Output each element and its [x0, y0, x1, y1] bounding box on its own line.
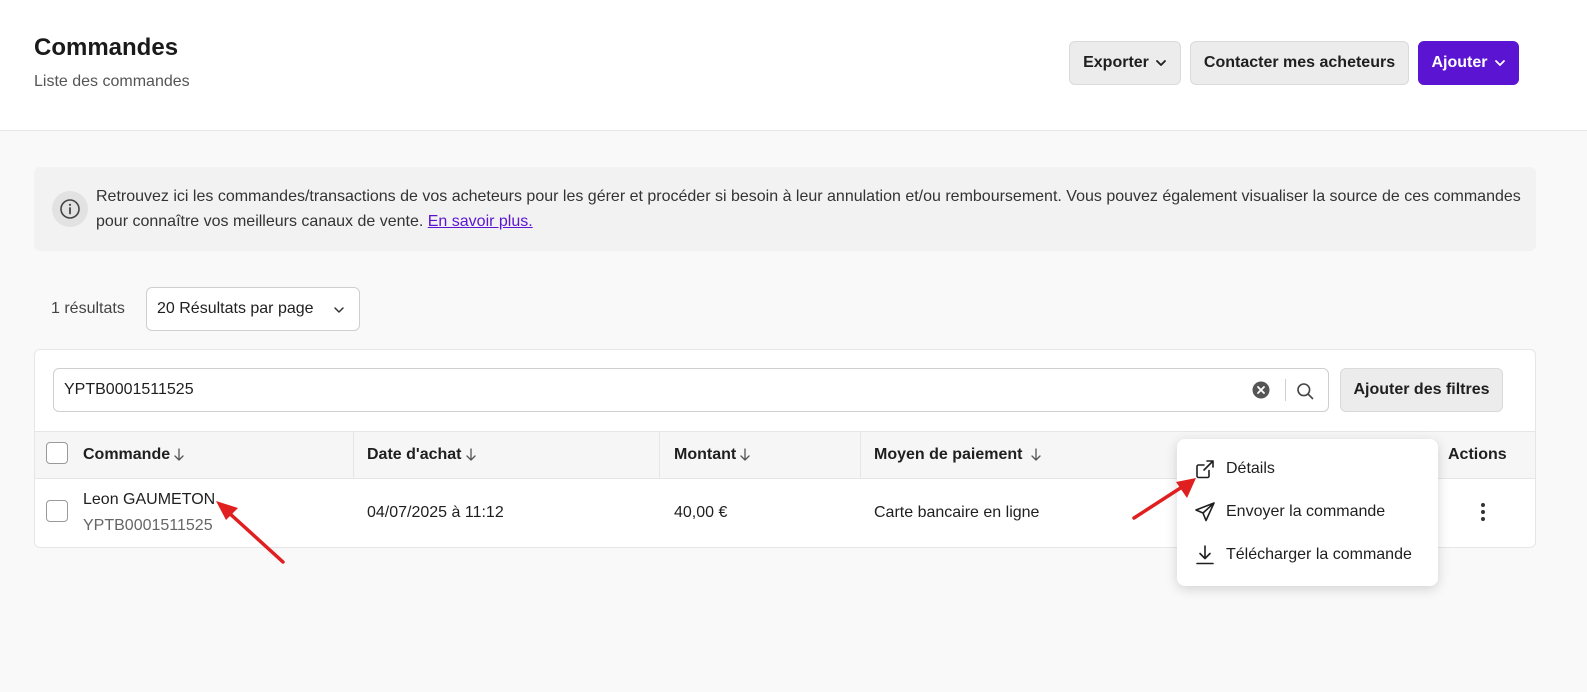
export-button-label: Exporter [1083, 54, 1149, 71]
row-checkbox[interactable] [46, 500, 68, 522]
menu-item-download-order[interactable]: Télécharger la commande [1177, 535, 1438, 575]
menu-item-download-order-label: Télécharger la commande [1226, 546, 1412, 563]
menu-item-details[interactable]: Détails [1177, 449, 1438, 489]
sort-arrow-down-icon [740, 448, 750, 461]
column-header-actions-label: Actions [1448, 446, 1507, 463]
page-title: Commandes [34, 34, 179, 61]
chevron-down-icon [334, 307, 344, 313]
search-separator [1285, 379, 1286, 401]
actions-menu: Détails Envoyer la commande Télécharger … [1177, 439, 1438, 586]
select-all-checkbox[interactable] [46, 442, 68, 464]
column-header-payment[interactable]: Moyen de paiement [874, 432, 1042, 478]
menu-item-send-order-label: Envoyer la commande [1226, 503, 1386, 520]
column-header-payment-label: Moyen de paiement [874, 446, 1023, 463]
order-amount: 40,00 € [674, 504, 728, 521]
column-divider [353, 432, 354, 478]
results-count: 1 résultats [51, 300, 125, 317]
payment-method: Carte bancaire en ligne [874, 504, 1040, 521]
page-header: Commandes Liste des commandes Exporter C… [0, 0, 1587, 131]
sort-arrow-down-icon [1031, 448, 1042, 461]
column-divider [860, 432, 861, 478]
column-header-order[interactable]: Commande [83, 432, 185, 478]
external-link-icon [1196, 460, 1214, 479]
more-actions-icon[interactable] [1473, 500, 1493, 524]
contact-buyers-label: Contacter mes acheteurs [1203, 54, 1396, 71]
menu-item-send-order[interactable]: Envoyer la commande [1177, 492, 1438, 532]
add-button[interactable]: Ajouter [1418, 41, 1519, 85]
search-input[interactable]: YPTB0001511525 [53, 368, 1329, 412]
add-button-label: Ajouter [1431, 54, 1488, 71]
column-divider [659, 432, 660, 478]
contact-buyers-button[interactable]: Contacter mes acheteurs [1190, 41, 1409, 85]
column-header-amount-label: Montant [674, 446, 737, 463]
search-icon[interactable] [1296, 382, 1314, 400]
send-icon [1195, 502, 1215, 522]
info-text-body: Retrouvez ici les commandes/transactions… [96, 188, 1521, 230]
column-header-amount[interactable]: Montant [674, 432, 751, 478]
page-subtitle: Liste des commandes [34, 73, 190, 90]
info-text: Retrouvez ici les commandes/transactions… [96, 184, 1521, 234]
chevron-down-icon [1155, 60, 1166, 66]
purchase-date: 04/07/2025 à 11:12 [367, 504, 504, 521]
sort-arrow-down-icon [174, 448, 184, 461]
add-filters-button[interactable]: Ajouter des filtres [1340, 368, 1503, 412]
learn-more-link[interactable]: En savoir plus. [428, 213, 533, 230]
order-reference: YPTB0001511525 [83, 517, 213, 534]
export-button[interactable]: Exporter [1069, 41, 1181, 85]
column-header-order-label: Commande [83, 446, 171, 463]
column-header-date-label: Date d'achat [367, 446, 462, 463]
results-per-page-value: 20 Résultats par page [157, 300, 314, 317]
chevron-down-icon [1494, 60, 1505, 66]
buyer-name[interactable]: Leon GAUMETON [83, 491, 215, 509]
menu-item-details-label: Détails [1226, 460, 1275, 477]
download-icon [1196, 545, 1214, 565]
info-banner: Retrouvez ici les commandes/transactions… [34, 167, 1536, 251]
clear-icon[interactable] [1252, 381, 1270, 399]
info-icon [52, 191, 88, 227]
results-per-page-select[interactable]: 20 Résultats par page [146, 287, 360, 331]
column-header-date[interactable]: Date d'achat [367, 432, 477, 478]
search-value: YPTB0001511525 [64, 381, 194, 398]
column-header-actions: Actions [1448, 432, 1507, 478]
sort-arrow-down-icon [465, 448, 476, 461]
